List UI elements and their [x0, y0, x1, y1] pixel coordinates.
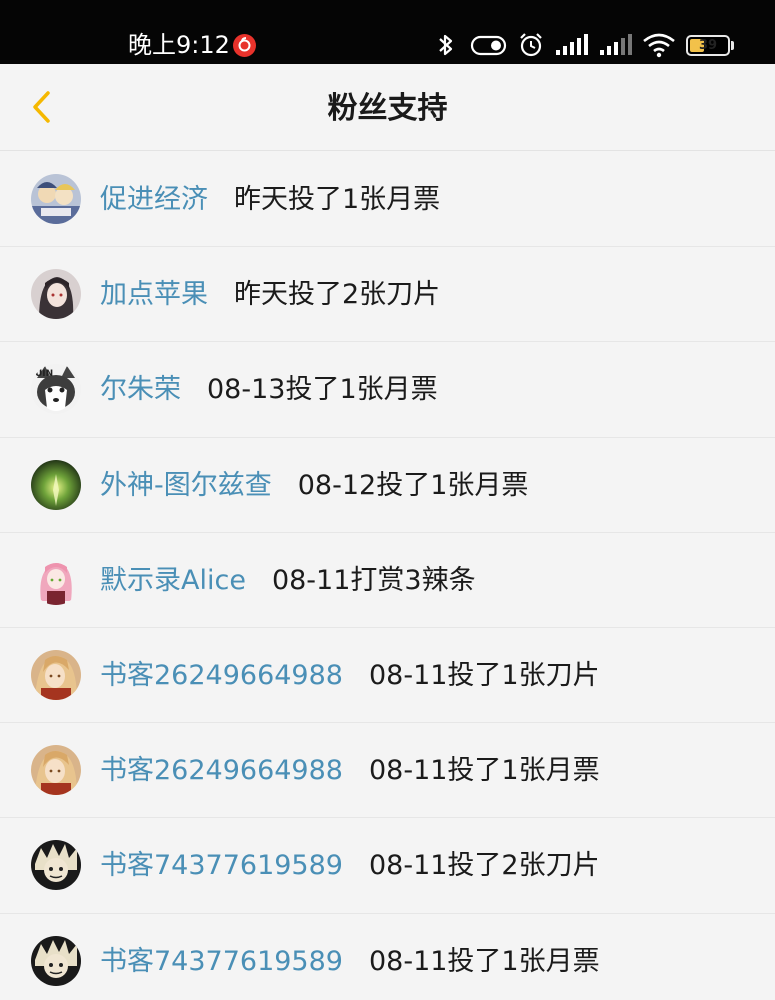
- alarm-icon: [516, 30, 546, 60]
- page-header: 粉丝支持: [0, 64, 775, 151]
- signal-icon: [554, 30, 590, 60]
- username-link[interactable]: 书客74377619589: [100, 850, 343, 881]
- list-item-text: 书客74377619589 08-11投了2张刀片: [100, 848, 600, 884]
- list-item[interactable]: UIN 尔朱荣 08-13投了1张月票: [0, 342, 775, 438]
- list-item-text: 外神-图尔兹查 08-12投了1张月票: [100, 468, 528, 504]
- green-glow-avatar[interactable]: [31, 459, 81, 510]
- list-item-text: 书客26249664988 08-11投了1张刀片: [100, 658, 600, 694]
- list-item[interactable]: 书客74377619589 08-11投了1张月票: [0, 914, 775, 1000]
- username-link[interactable]: 书客74377619589: [100, 946, 343, 977]
- status-bar: 晚上9:12 39: [0, 0, 775, 64]
- support-action: 昨天投了2张刀片: [234, 279, 441, 311]
- list-item[interactable]: 加点苹果 昨天投了2张刀片: [0, 247, 775, 343]
- anime-group-avatar[interactable]: [31, 174, 81, 224]
- netease-music-icon: [233, 34, 256, 57]
- battery-level: 39: [698, 38, 718, 53]
- spiky-hair-avatar[interactable]: [31, 935, 81, 986]
- wifi-icon: [642, 30, 676, 60]
- dark-hair-girl-avatar[interactable]: [31, 269, 81, 320]
- blonde-girl-avatar[interactable]: [31, 745, 81, 796]
- list-item[interactable]: 外神-图尔兹查 08-12投了1张月票: [0, 438, 775, 533]
- blonde-girl-avatar[interactable]: [31, 649, 81, 700]
- svg-text:UIN: UIN: [35, 369, 53, 379]
- signal-weak-icon: [598, 30, 634, 60]
- battery-icon: 39: [686, 35, 730, 56]
- status-time: 晚上9:12: [128, 31, 230, 59]
- username-link[interactable]: 外神-图尔兹查: [100, 470, 272, 501]
- list-item-text: 尔朱荣 08-13投了1张月票: [100, 372, 438, 408]
- list-item-text: 书客26249664988 08-11投了1张月票: [100, 753, 600, 789]
- toggle-icon: [470, 30, 508, 60]
- battery-tip: [731, 41, 734, 50]
- username-link[interactable]: 尔朱荣: [100, 374, 181, 405]
- support-action: 08-13投了1张月票: [207, 374, 438, 406]
- username-link[interactable]: 促进经济: [100, 184, 208, 215]
- list-item-text: 书客74377619589 08-11投了1张月票: [100, 944, 600, 980]
- page-title: 粉丝支持: [327, 91, 448, 126]
- bluetooth-icon: [434, 30, 458, 60]
- spiky-hair-avatar[interactable]: [31, 840, 81, 891]
- list-item-text: 促进经济 昨天投了1张月票: [100, 182, 440, 218]
- supporter-list[interactable]: 促进经济 昨天投了1张月票 加点苹果 昨天投了2张刀片 UIN 尔朱荣 08-13投了1张月…: [0, 152, 775, 1000]
- support-action: 昨天投了1张月票: [234, 184, 441, 215]
- username-link[interactable]: 默示录Alice: [100, 565, 246, 596]
- list-item-text: 加点苹果 昨天投了2张刀片: [100, 277, 440, 313]
- support-action: 08-11投了1张月票: [368, 755, 600, 787]
- list-item[interactable]: 书客26249664988 08-11投了1张月票: [0, 723, 775, 819]
- list-item[interactable]: 书客74377619589 08-11投了2张刀片: [0, 818, 775, 914]
- support-action: 08-12投了1张月票: [297, 469, 529, 501]
- support-action: 08-11打赏3辣条: [271, 564, 476, 596]
- username-link[interactable]: 书客26249664988: [100, 755, 343, 786]
- list-item[interactable]: 书客26249664988 08-11投了1张刀片: [0, 628, 775, 724]
- list-item-text: 默示录Alice 08-11打赏3辣条: [100, 563, 476, 599]
- support-action: 08-11投了1张月票: [368, 945, 600, 977]
- list-item[interactable]: 默示录Alice 08-11打赏3辣条: [0, 533, 775, 628]
- husky-dog-avatar[interactable]: UIN: [31, 364, 81, 415]
- username-link[interactable]: 加点苹果: [100, 279, 208, 310]
- pink-hair-girl-avatar[interactable]: [31, 554, 81, 605]
- support-action: 08-11投了1张刀片: [368, 659, 600, 691]
- username-link[interactable]: 书客26249664988: [100, 660, 343, 691]
- list-item[interactable]: 促进经济 昨天投了1张月票: [0, 152, 775, 248]
- support-action: 08-11投了2张刀片: [368, 850, 600, 882]
